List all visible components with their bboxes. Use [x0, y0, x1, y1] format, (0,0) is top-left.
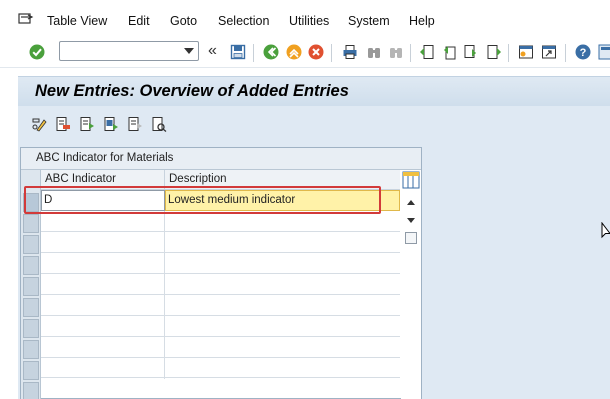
first-page-icon[interactable] [419, 44, 435, 60]
menu-edit[interactable]: Edit [128, 14, 150, 28]
menu-help[interactable]: Help [409, 14, 435, 28]
table-row [41, 358, 400, 379]
save-icon[interactable] [230, 44, 246, 60]
row-highlight-box [24, 186, 381, 214]
collapse-icon[interactable]: « [208, 42, 217, 60]
system-menu-icon[interactable] [18, 12, 34, 26]
chevron-down-icon[interactable] [184, 48, 194, 54]
mouse-cursor-icon [601, 222, 610, 239]
standard-toolbar: « ? [0, 38, 610, 68]
row-selector[interactable] [23, 382, 39, 399]
abc-indicator-cell[interactable] [41, 232, 165, 253]
abc-indicator-cell[interactable] [41, 337, 165, 358]
abc-indicator-cell[interactable] [41, 295, 165, 316]
menu-system[interactable]: System [348, 14, 390, 28]
abc-indicator-cell[interactable] [41, 274, 165, 295]
abc-indicator-cell[interactable] [41, 253, 165, 274]
menu-utilities[interactable]: Utilities [289, 14, 329, 28]
vertical-scrollbar[interactable] [401, 192, 421, 399]
abc-indicator-cell[interactable] [41, 316, 165, 337]
menu-table-view[interactable]: Table View [47, 14, 107, 28]
page-title: New Entries: Overview of Added Entries [35, 82, 349, 100]
table-row [41, 253, 400, 274]
scroll-thumb[interactable] [405, 232, 417, 244]
delete-icon[interactable] [55, 116, 71, 132]
row-selector[interactable] [23, 361, 39, 380]
table-settings-icon[interactable] [401, 170, 421, 190]
table-row [41, 232, 400, 253]
toolbar-separator [331, 44, 332, 62]
choose-icon[interactable] [151, 116, 167, 132]
find-icon[interactable] [366, 44, 382, 60]
description-cell[interactable] [165, 253, 400, 274]
table-title-bar: ABC Indicator for Materials [21, 148, 421, 170]
cancel-icon[interactable] [308, 44, 324, 60]
next-page-icon[interactable] [463, 44, 479, 60]
scroll-up-icon[interactable] [406, 198, 416, 206]
help-icon[interactable]: ? [575, 44, 591, 60]
description-cell[interactable] [165, 358, 400, 379]
description-cell[interactable] [165, 337, 400, 358]
content-area: ABC Indicator for Materials ABC Indicato… [18, 106, 610, 399]
row-selector[interactable] [23, 277, 39, 296]
select-all-icon[interactable] [79, 116, 95, 132]
description-cell[interactable] [165, 316, 400, 337]
table-control: ABC Indicator for Materials ABC Indicato… [20, 147, 422, 399]
change-display-icon[interactable] [31, 116, 47, 132]
create-session-icon[interactable] [518, 44, 534, 60]
menu-bar: Table View Edit Goto Selection Utilities… [0, 0, 610, 38]
table-row [41, 337, 400, 358]
customize-layout-icon[interactable] [598, 44, 610, 60]
title-bar: New Entries: Overview of Added Entries [18, 76, 610, 106]
row-selector[interactable] [23, 340, 39, 359]
toolbar-separator [508, 44, 509, 62]
svg-text:?: ? [580, 47, 587, 59]
table-row [41, 211, 400, 232]
table-title: ABC Indicator for Materials [36, 152, 174, 164]
description-cell[interactable] [165, 274, 400, 295]
menu-selection[interactable]: Selection [218, 14, 269, 28]
table-row [41, 316, 400, 337]
toolbar-separator [565, 44, 566, 62]
last-page-icon[interactable] [486, 44, 502, 60]
row-selector[interactable] [23, 235, 39, 254]
table-row [41, 274, 400, 295]
print-icon[interactable] [342, 44, 358, 60]
command-input[interactable] [62, 43, 180, 59]
deselect-all-icon[interactable] [127, 116, 143, 132]
scroll-down-icon[interactable] [406, 217, 416, 225]
description-cell[interactable] [165, 211, 400, 232]
toolbar-separator [253, 44, 254, 62]
menu-goto[interactable]: Goto [170, 14, 197, 28]
row-selector[interactable] [23, 319, 39, 338]
toolbar-separator [410, 44, 411, 62]
row-selector[interactable] [23, 214, 39, 233]
abc-indicator-cell[interactable] [41, 358, 165, 379]
select-block-icon[interactable] [103, 116, 119, 132]
shortcut-icon[interactable] [541, 44, 557, 60]
description-cell[interactable] [165, 295, 400, 316]
command-field[interactable] [59, 41, 199, 61]
exit-icon[interactable] [286, 44, 302, 60]
table-row [41, 295, 400, 316]
enter-icon[interactable] [29, 44, 45, 60]
row-selector[interactable] [23, 298, 39, 317]
row-selector[interactable] [23, 256, 39, 275]
previous-page-icon[interactable] [441, 44, 457, 60]
find-next-icon[interactable] [388, 44, 404, 60]
description-cell[interactable] [165, 232, 400, 253]
abc-indicator-cell[interactable] [41, 211, 165, 232]
back-icon[interactable] [263, 44, 279, 60]
